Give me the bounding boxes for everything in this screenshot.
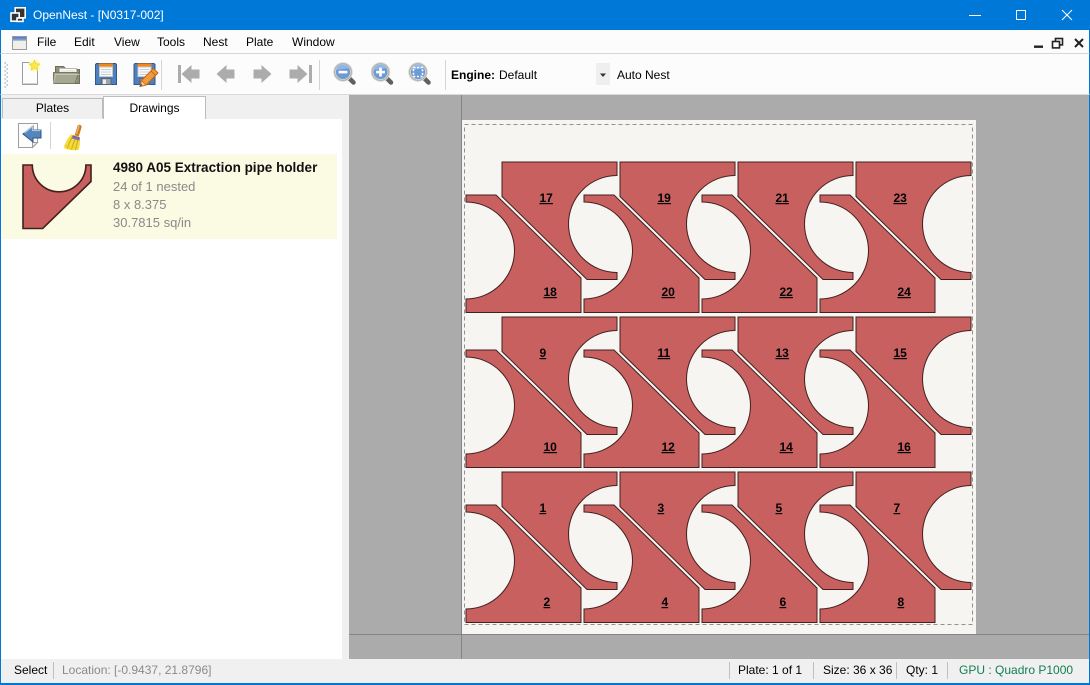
svg-text:1: 1 <box>540 501 547 515</box>
svg-text:10: 10 <box>544 440 558 454</box>
svg-text:7: 7 <box>894 501 901 515</box>
svg-text:4: 4 <box>662 595 669 609</box>
svg-text:16: 16 <box>898 440 912 454</box>
svg-text:20: 20 <box>662 285 676 299</box>
svg-text:12: 12 <box>662 440 676 454</box>
svg-text:23: 23 <box>894 191 908 205</box>
svg-text:21: 21 <box>776 191 790 205</box>
svg-text:15: 15 <box>894 346 908 360</box>
svg-text:9: 9 <box>540 346 547 360</box>
svg-text:24: 24 <box>898 285 912 299</box>
svg-text:17: 17 <box>540 191 554 205</box>
svg-text:3: 3 <box>658 501 665 515</box>
svg-text:18: 18 <box>544 285 558 299</box>
svg-text:2: 2 <box>544 595 551 609</box>
svg-text:22: 22 <box>780 285 794 299</box>
svg-text:6: 6 <box>780 595 787 609</box>
svg-text:13: 13 <box>776 346 790 360</box>
svg-text:19: 19 <box>658 191 672 205</box>
svg-text:14: 14 <box>780 440 794 454</box>
svg-text:8: 8 <box>898 595 905 609</box>
svg-text:5: 5 <box>776 501 783 515</box>
svg-text:11: 11 <box>658 346 671 360</box>
